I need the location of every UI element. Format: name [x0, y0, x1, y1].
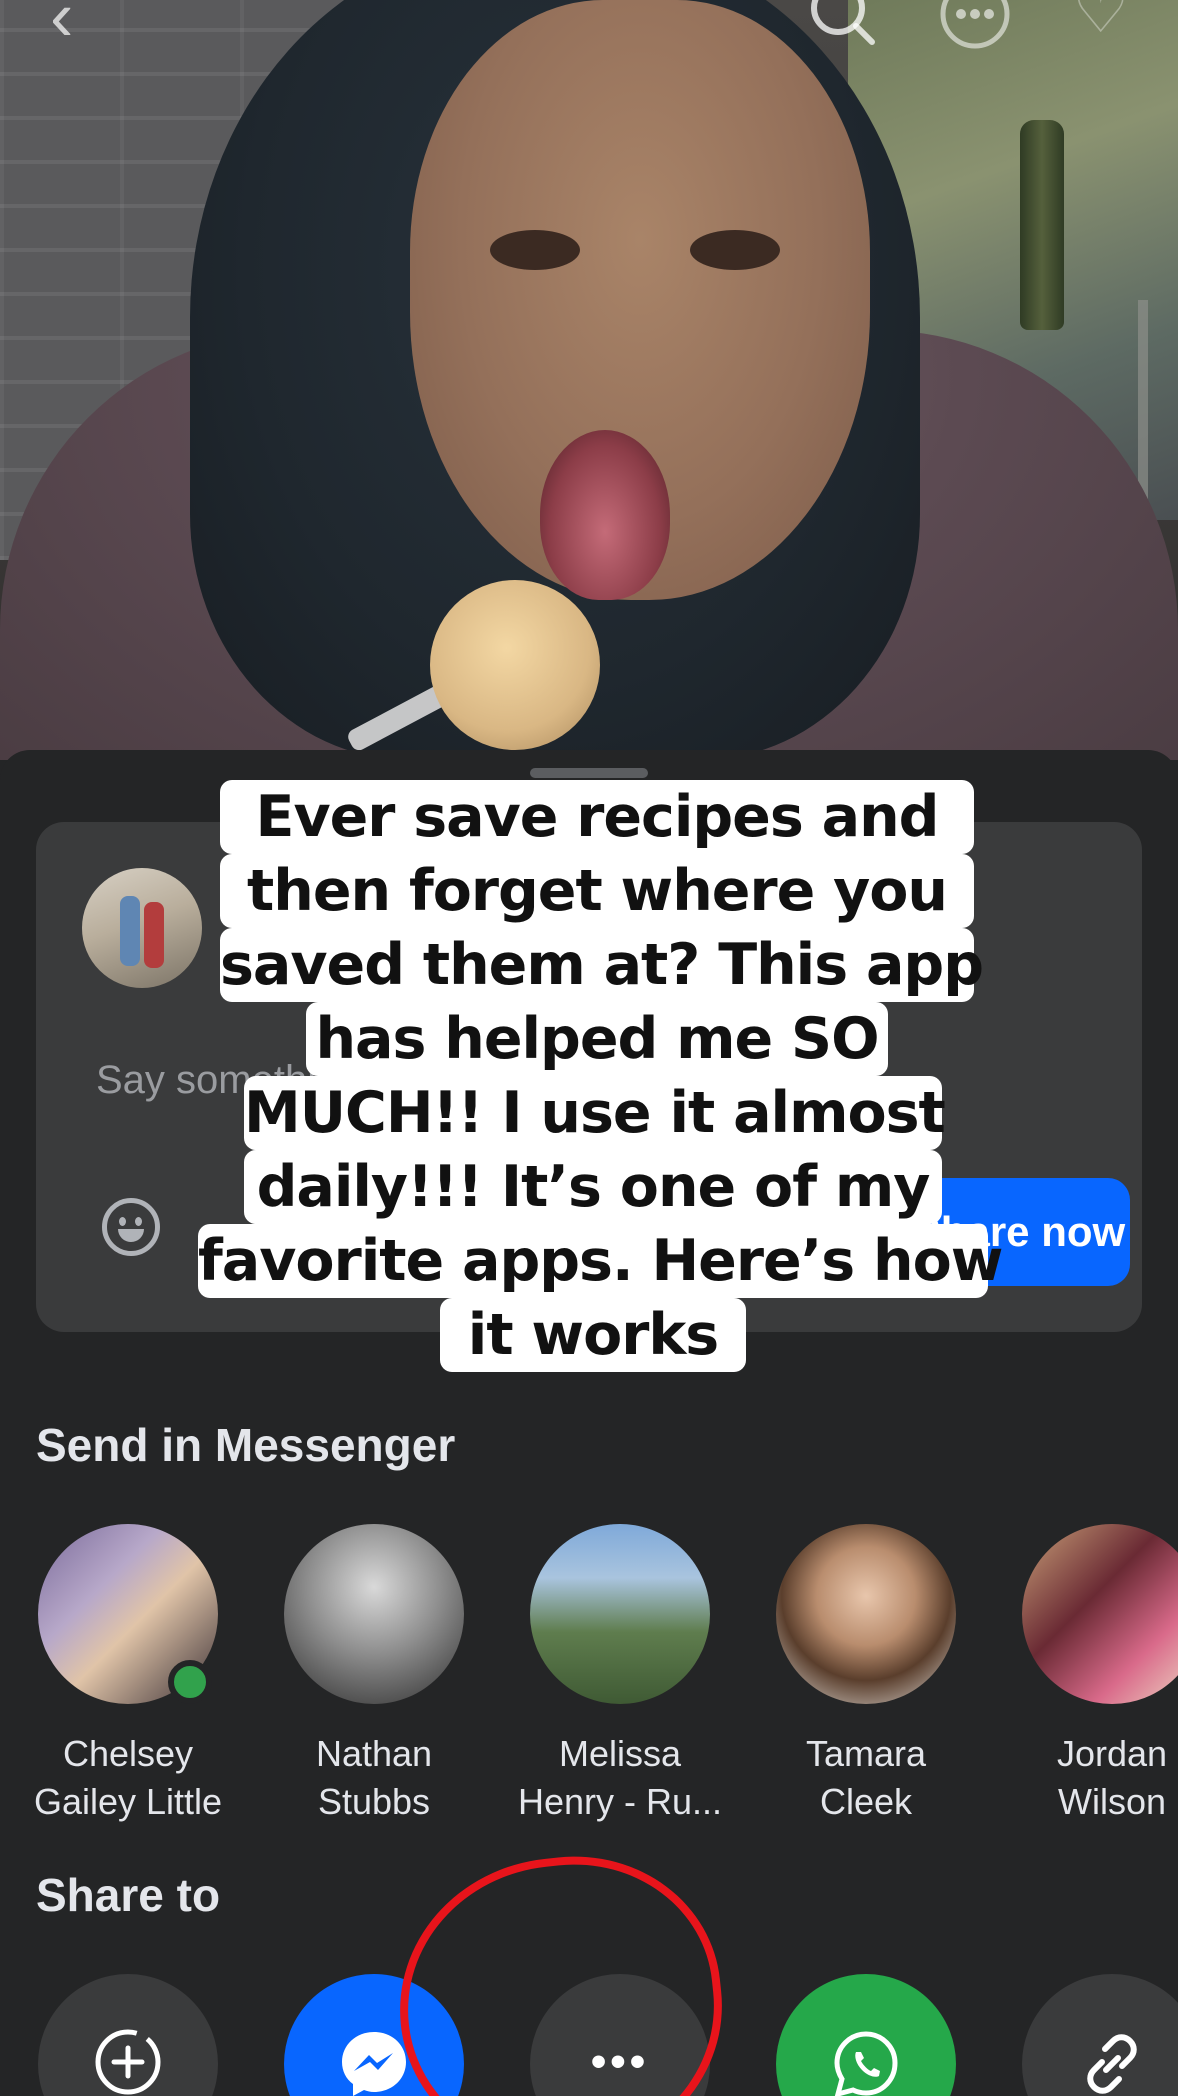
avatar-figure-1 — [120, 896, 140, 966]
caption-line: has helped me SO — [306, 1002, 888, 1076]
caption-line: it works — [440, 1298, 746, 1372]
caption-line: then forget where you — [220, 854, 974, 928]
contact-nathan[interactable]: Nathan Stubbs — [254, 1524, 494, 1826]
chevron-left-icon[interactable]: ‹ — [50, 0, 73, 51]
avatar — [530, 1524, 710, 1704]
avatar — [1022, 1524, 1178, 1704]
whatsapp-icon — [828, 2026, 904, 2096]
online-status-badge — [168, 1660, 212, 1704]
link-icon — [1074, 2026, 1150, 2096]
person-eye-right — [690, 230, 780, 270]
contact-tamara[interactable]: Tamara Cleek — [746, 1524, 986, 1826]
contact-name-line2: Gailey Little — [33, 1781, 223, 1822]
bottle — [1020, 120, 1064, 330]
contact-name-line2: Stubbs — [317, 1781, 431, 1822]
contact-name: Melissa Henry - Ru... — [500, 1730, 740, 1826]
messenger-contacts: Chelsey Gailey Little Nathan Stubbs Meli… — [0, 1524, 1178, 1844]
avatar-figure-2 — [144, 902, 164, 968]
contact-name-line1: Melissa — [558, 1733, 682, 1774]
avatar — [82, 868, 202, 988]
contact-chelsey[interactable]: Chelsey Gailey Little — [8, 1524, 248, 1826]
sheet-drag-handle[interactable] — [530, 768, 648, 778]
contact-jordan[interactable]: Jordan Wilson — [992, 1524, 1178, 1826]
whatsapp-share-button[interactable] — [776, 1974, 956, 2096]
contact-name-line1: Nathan — [315, 1733, 433, 1774]
contact-name-line2: Henry - Ru... — [517, 1781, 723, 1822]
contact-name: Nathan Stubbs — [254, 1730, 494, 1826]
send-in-messenger-title: Send in Messenger — [36, 1419, 456, 1471]
plus-circle-icon — [92, 2026, 164, 2096]
person-eye-left — [490, 230, 580, 270]
caption-line: Ever save recipes and — [220, 780, 974, 854]
heart-icon[interactable]: ♡ — [1072, 0, 1129, 42]
caption-line: daily!!! It’s one of my — [244, 1150, 942, 1224]
emoji-mouth — [118, 1229, 144, 1242]
contact-name-line1: Chelsey — [62, 1733, 194, 1774]
contact-name-line1: Jordan — [1056, 1733, 1168, 1774]
contact-name: Jordan Wilson — [992, 1730, 1178, 1826]
more-circle-icon[interactable] — [938, 0, 1012, 61]
contact-name: Chelsey Gailey Little — [8, 1730, 248, 1826]
top-bar: ‹ ♡ — [0, 0, 1178, 60]
emoji-icon[interactable] — [102, 1198, 160, 1256]
contact-name: Tamara Cleek — [746, 1730, 986, 1826]
add-to-story-button[interactable] — [38, 1974, 218, 2096]
contact-name-line1: Tamara — [805, 1733, 927, 1774]
avatar — [776, 1524, 956, 1704]
share-to-title: Share to — [36, 1869, 221, 1921]
caption-line: saved them at? This app — [220, 928, 984, 1002]
video-background: ‹ ♡ — [0, 0, 1178, 760]
avatar — [284, 1524, 464, 1704]
search-icon[interactable] — [806, 0, 878, 59]
messenger-icon — [336, 2026, 412, 2096]
contact-name-line2: Cleek — [819, 1781, 913, 1822]
contact-name-line2: Wilson — [1057, 1781, 1167, 1822]
food-bite — [430, 580, 600, 750]
caption-line: MUCH!! I use it almost — [244, 1076, 946, 1150]
copy-link-button[interactable] — [1022, 1974, 1178, 2096]
contact-melissa[interactable]: Melissa Henry - Ru... — [500, 1524, 740, 1826]
caption-line: favorite apps. Here’s how — [198, 1224, 1003, 1298]
person-mouth — [540, 430, 670, 600]
